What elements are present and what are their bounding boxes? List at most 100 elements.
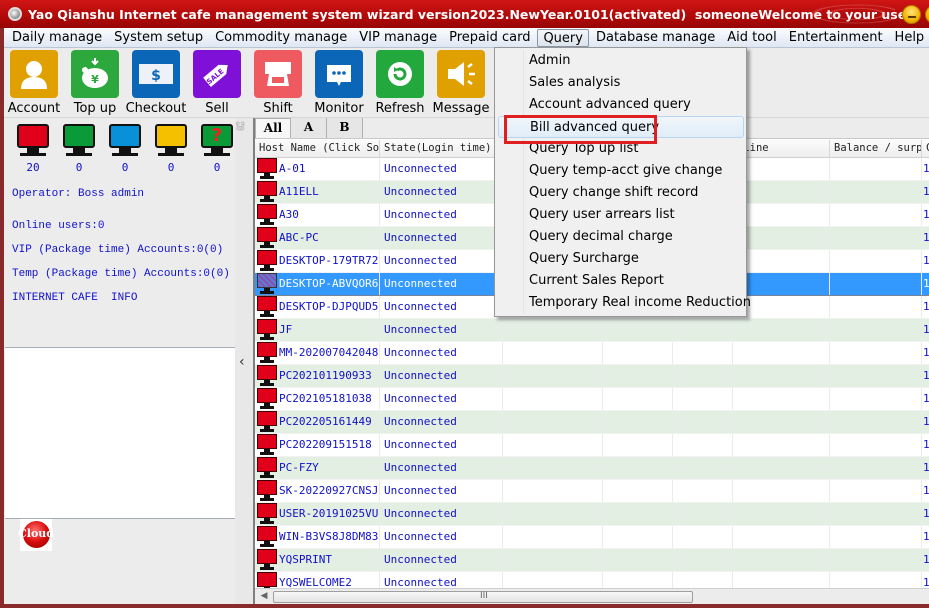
monitor-button[interactable]: Monitor [307,50,371,116]
chat-bubble-icon [315,50,363,98]
message-label: Message [432,101,490,116]
cell [503,503,603,525]
col-host-name[interactable]: Host Name (Click So [255,140,380,158]
shift-button[interactable]: Shift [246,50,310,116]
status-unconnected[interactable]: 20 [10,124,56,174]
query-menu-item-query-surcharge[interactable]: Query Surcharge [498,248,744,270]
cell: 1 [922,158,929,180]
refresh-button[interactable]: Refresh [368,50,432,116]
monitor-red-icon [17,124,49,148]
host-row[interactable]: PC202205161449 Unconnected 1 [255,411,929,434]
cell: 1 [922,319,929,341]
scroll-thumb[interactable]: III [273,591,693,603]
query-menu-item-query-user-arrears-list[interactable]: Query user arrears list [498,204,744,226]
status-panel: 20 0 0 0 ? 0 Operator: Boss admin Online… [4,118,235,604]
cell: 1 [922,457,929,479]
menu-aid-tool[interactable]: Aid tool [722,29,782,47]
query-menu-item-account-advanced-query[interactable]: Account advanced query [498,94,744,116]
pc-status-icon [257,388,277,410]
annotation-highlight-box [504,115,657,144]
query-menu-item-query-temp-acct-give-change[interactable]: Query temp-acct give change [498,160,744,182]
scroll-grip: III [480,591,488,601]
host-row[interactable]: YQSWELCOME2 Unconnected 1 [255,572,929,588]
balance-cell [830,526,922,548]
host-name-cell: PC202101190933 [255,365,380,387]
menu-database-manage[interactable]: Database manage [591,29,720,47]
cafe-info-link[interactable]: INTERNET CAFE INFO [12,292,137,304]
menu-entertainment[interactable]: Entertainment [784,29,888,47]
host-row[interactable]: MM-202007042048 Unconnected 1 [255,342,929,365]
host-row[interactable]: PC202105181038 Unconnected 1 [255,388,929,411]
status-online[interactable]: 0 [56,124,102,174]
decorative-swirl [800,2,895,26]
monitor-green-icon [63,124,95,148]
svg-text:$: $ [151,68,161,84]
host-name: SK-20220927CNSJ [279,484,379,497]
query-menu-item-query-change-shift-record[interactable]: Query change shift record [498,182,744,204]
host-row[interactable]: YQSPRINT Unconnected 1 [255,549,929,572]
menu-system-setup[interactable]: System setup [109,29,208,47]
status-vip[interactable]: 0 [102,124,148,174]
status-unknown[interactable]: ? 0 [194,124,240,174]
col-state[interactable]: State(Login time) [380,140,503,158]
message-button[interactable]: Message [429,50,493,116]
query-menu-item-sales-analysis[interactable]: Sales analysis [498,72,744,94]
host-row[interactable]: USER-20191025VU Unconnected 1 [255,503,929,526]
host-name: A30 [279,208,299,221]
query-menu-item-current-sales-report[interactable]: Current Sales Report [498,270,744,292]
panel-splitter[interactable]: ൠ ‹ [235,118,253,604]
menu-query[interactable]: Query [537,28,589,47]
refresh-label: Refresh [375,101,425,116]
checkout-button[interactable]: $ Checkout [124,50,188,116]
menu-daily-manage[interactable]: Daily manage [7,29,107,47]
host-row[interactable]: PC-FZY Unconnected 1 [255,457,929,480]
host-row[interactable]: PC202209151518 Unconnected 1 [255,434,929,457]
collapse-chevron-icon[interactable]: ‹ [239,354,245,370]
maximize-button[interactable] [925,5,929,24]
query-menu-item-temporary-real-income-reduction[interactable]: Temporary Real income Reduction [498,292,751,314]
col-online[interactable]: nline [733,140,830,158]
tab-all[interactable]: All [255,118,291,138]
menu-prepaid-card[interactable]: Prepaid card [444,29,535,47]
vip-accounts-text: VIP (Package time) Accounts:0(0) [12,244,224,256]
cell: 1 [922,503,929,525]
cell [503,549,603,571]
shift-icon [254,50,302,98]
pc-status-icon [257,273,277,295]
online-cell [733,549,830,571]
col-balance[interactable]: Balance / surpl [830,140,922,158]
cloud-button[interactable]: Cloud [18,519,54,551]
scroll-left-icon[interactable]: ◀ [257,590,271,603]
online-cell [733,411,830,433]
query-menu-item-admin[interactable]: Admin [498,50,744,72]
online-cell [733,181,830,203]
state-cell: Unconnected [380,480,503,502]
host-row[interactable]: PC202101190933 Unconnected 1 [255,365,929,388]
status-count: 0 [75,161,83,174]
menu-help[interactable]: Help [890,29,929,47]
tab-b[interactable]: B [327,118,363,138]
query-menu-item-query-decimal-charge[interactable]: Query decimal charge [498,226,744,248]
host-row[interactable]: WIN-B3VS8J8DM83 Unconnected 1 [255,526,929,549]
status-temp[interactable]: 0 [148,124,194,174]
horizontal-scrollbar[interactable]: ◀ III [255,588,929,604]
tab-a[interactable]: A [291,118,327,138]
host-row[interactable]: SK-20220927CNSJ Unconnected 1 [255,480,929,503]
host-row[interactable]: JF Unconnected 1 [255,319,929,342]
pc-status-icon [257,319,277,341]
cell [673,526,733,548]
pc-status-icon [257,503,277,525]
operator-text: Operator: Boss admin [12,188,145,200]
cell: 1 [922,480,929,502]
online-cell [733,250,830,272]
menu-commodity-manage[interactable]: Commodity manage [210,29,352,47]
sell-button[interactable]: SALE Sell [185,50,249,116]
host-name-cell: MM-202007042048 [255,342,380,364]
top-up-button[interactable]: ¥ Top up [63,50,127,116]
account-button[interactable]: Account [2,50,66,116]
minimize-button[interactable] [902,5,921,24]
col-8[interactable]: C [922,140,929,158]
menu-vip-manage[interactable]: VIP manage [354,29,442,47]
online-users-text: Online users:0 [12,220,105,232]
host-name: A11ELL [279,185,319,198]
